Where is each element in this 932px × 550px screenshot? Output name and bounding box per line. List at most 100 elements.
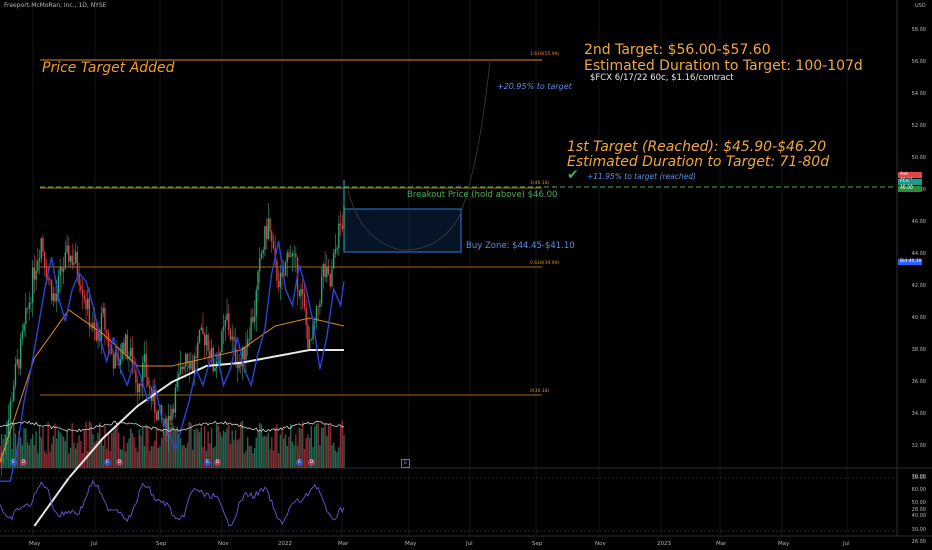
volume-bar: [224, 432, 227, 468]
candle-body: [332, 253, 335, 269]
candle-body: [85, 299, 87, 309]
candle-body: [343, 205, 345, 229]
volume-bar: [288, 436, 290, 468]
candle-body: [188, 362, 190, 369]
dividend-marker[interactable]: D: [214, 459, 221, 466]
volume-bar: [37, 452, 39, 468]
candle-body: [279, 272, 282, 288]
volume-bar: [198, 432, 201, 468]
volume-bar: [136, 451, 139, 468]
candle-body: [240, 363, 242, 367]
volume-bar: [200, 427, 202, 468]
candle-body: [100, 313, 103, 341]
volume-bar: [338, 447, 340, 468]
candle-body: [329, 273, 331, 287]
candle-body: [169, 415, 171, 421]
price-tick-label: 36.00: [911, 379, 926, 385]
volume-bar: [317, 423, 319, 468]
price-tick-label: 56.00: [911, 59, 926, 65]
candle-body: [80, 285, 82, 291]
earnings-marker[interactable]: E: [10, 459, 17, 466]
price-chart[interactable]: [0, 0, 932, 550]
time-tick-label: Jul: [466, 541, 473, 547]
candle-body: [145, 354, 147, 377]
volume-bar: [128, 438, 130, 468]
volume-bar: [169, 426, 171, 468]
volume-bar: [140, 435, 142, 468]
candle-body: [264, 226, 266, 250]
candle-body: [25, 308, 27, 324]
volume-bar: [341, 420, 343, 468]
price-tick-label: 32.00: [911, 443, 926, 449]
volume-bar: [289, 423, 292, 468]
earnings-marker[interactable]: E: [104, 459, 111, 466]
price-tick-label: 40.00: [911, 315, 926, 321]
volume-bars: [0, 420, 345, 468]
volume-bar: [343, 434, 345, 468]
candle-body: [286, 252, 288, 262]
pct-to-target-1: +11.95% to target (reached): [587, 172, 696, 181]
dividend-marker[interactable]: D: [20, 459, 27, 466]
volume-bar: [31, 434, 34, 468]
candle-body: [52, 293, 55, 301]
candle-body: [136, 383, 139, 393]
candle-body: [176, 379, 178, 388]
time-tick-label: Nov: [218, 541, 229, 547]
volume-bar: [319, 445, 321, 468]
volume-bar: [102, 445, 104, 468]
candle-body: [104, 308, 106, 330]
volume-bar: [90, 422, 92, 468]
time-tick-label: May: [405, 541, 417, 547]
candle-body: [81, 290, 84, 296]
candle-body: [50, 280, 53, 301]
candle-body: [124, 334, 127, 354]
volume-bar: [221, 436, 223, 468]
candle-body: [111, 347, 113, 355]
dividend-marker[interactable]: D: [116, 459, 123, 466]
volume-bar: [322, 427, 325, 468]
volume-bar: [57, 430, 60, 468]
candle-body: [319, 303, 321, 307]
candle-body: [87, 298, 89, 309]
volume-bar: [100, 438, 103, 468]
time-tick-label: Jul: [91, 541, 98, 547]
volume-bar: [245, 450, 247, 468]
volume-bar: [332, 442, 335, 468]
upcoming-earnings-marker[interactable]: E: [401, 459, 410, 468]
candle-body: [49, 279, 51, 281]
volume-bar: [62, 436, 65, 468]
volume-bar: [305, 438, 307, 468]
volume-bar: [250, 445, 252, 468]
candle-body: [123, 342, 125, 354]
candle-body: [193, 356, 196, 373]
volume-bar: [234, 430, 237, 468]
price-tick-label: 54.00: [911, 91, 926, 97]
time-tick-label: Mar: [338, 541, 349, 547]
dividend-marker[interactable]: D: [308, 459, 315, 466]
symbol-header[interactable]: Freeport-McMoRan, Inc., 1D, NYSE: [4, 2, 106, 9]
volume-bar: [185, 447, 187, 468]
volume-bar: [291, 441, 294, 468]
candle-body: [56, 294, 58, 302]
earnings-marker[interactable]: E: [296, 459, 303, 466]
volume-bar: [283, 438, 285, 468]
volume-bar: [30, 439, 32, 468]
candle-body: [334, 249, 337, 254]
volume-bar: [233, 439, 235, 468]
candle-body: [221, 331, 223, 353]
candle-body: [314, 321, 316, 323]
volume-bar: [274, 427, 276, 468]
price-tick-label: 58.00: [911, 27, 926, 33]
volume-bar: [133, 437, 135, 468]
volume-bar: [272, 450, 275, 468]
candle-body: [248, 339, 251, 341]
buy-zone-note: Buy Zone: $44.45-$41.10: [466, 241, 575, 251]
volume-bar: [26, 441, 29, 468]
volume-bar: [257, 431, 259, 468]
volume-bar: [190, 423, 192, 468]
candle-body: [228, 313, 230, 330]
buy-zone-box[interactable]: [343, 208, 462, 253]
volume-bar: [159, 446, 161, 468]
earnings-marker[interactable]: E: [204, 459, 211, 466]
candle-body: [272, 241, 275, 249]
